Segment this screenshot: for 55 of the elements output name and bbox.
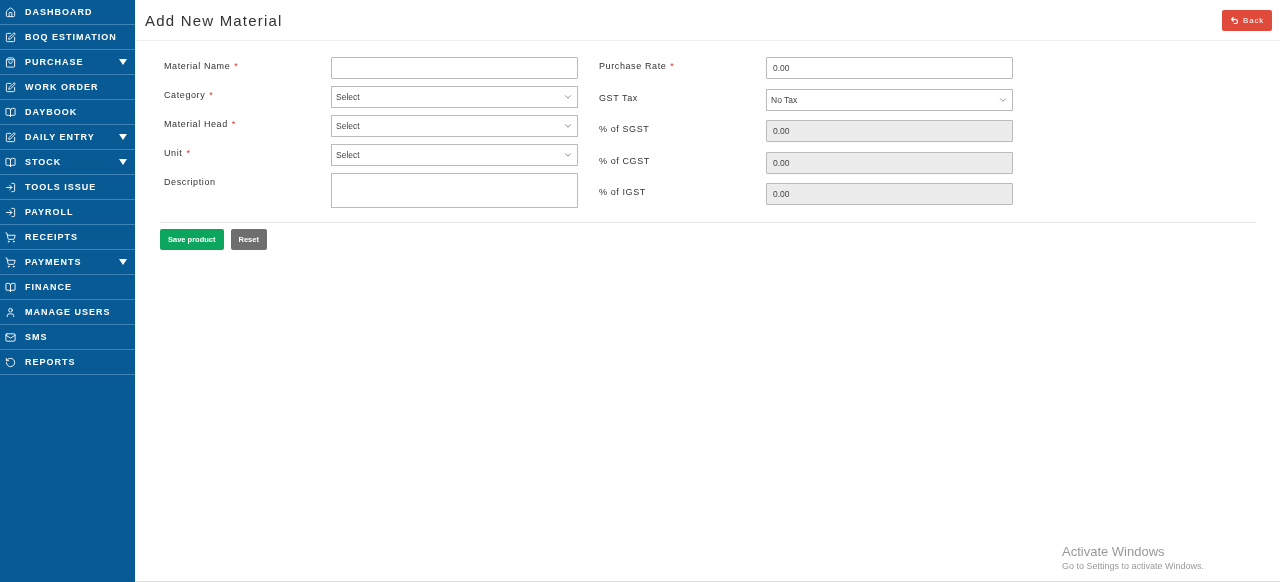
mail-icon <box>5 331 16 343</box>
back-icon <box>1230 15 1239 25</box>
field-label: % of SGST <box>599 123 651 135</box>
chevron-icon <box>563 121 573 131</box>
sidebar-item[interactable]: STOCK <box>0 150 135 175</box>
field-label: Purchase Rate * <box>599 60 676 71</box>
textarea-field[interactable] <box>331 173 578 208</box>
book-icon <box>5 106 16 118</box>
sidebar-item[interactable]: MANAGE USERS <box>0 300 135 325</box>
field-label: Description <box>164 176 217 187</box>
book-icon <box>5 281 16 293</box>
sidebar-item[interactable]: PAYMENTS <box>0 250 135 275</box>
cart-icon <box>5 256 16 268</box>
field-label: % of IGST <box>599 186 647 198</box>
input-field[interactable] <box>331 57 578 79</box>
sidebar-item[interactable]: DAYBOOK <box>0 100 135 125</box>
activation-text: Go to Settings to activate Windows. <box>1062 561 1206 571</box>
sidebar-item[interactable]: PAYROLL <box>0 200 135 225</box>
login-icon <box>5 181 16 193</box>
bag-icon <box>5 56 16 68</box>
field-label: Unit * <box>164 147 192 158</box>
login-icon <box>5 206 16 218</box>
select-field[interactable]: Select <box>331 144 578 166</box>
field-label: % of CGST <box>599 154 651 166</box>
sidebar-item[interactable]: DAILY ENTRY <box>0 125 135 150</box>
page-title: Add New Material <box>145 11 283 29</box>
user-icon <box>5 306 16 318</box>
edit-icon <box>5 31 16 43</box>
edit-icon <box>5 81 16 93</box>
field-label: GST Tax <box>599 91 639 103</box>
sidebar-item[interactable]: PURCHASE <box>0 50 135 75</box>
sidebar-item[interactable]: FINANCE <box>0 275 135 300</box>
sidebar-item[interactable]: TOOLS ISSUE <box>0 175 135 200</box>
refresh-icon <box>5 356 16 368</box>
select-field[interactable]: Select <box>331 86 578 108</box>
sidebar-item[interactable]: WORK ORDER <box>0 75 135 100</box>
select-field[interactable]: Select <box>331 115 578 137</box>
sidebar-item[interactable]: BOQ ESTIMATION <box>0 25 135 50</box>
chevron-icon <box>563 92 573 102</box>
cart-icon <box>5 231 16 243</box>
field-label: Material Head * <box>164 118 237 129</box>
edit-icon <box>5 131 16 143</box>
book-icon <box>5 156 16 168</box>
sidebar-item[interactable]: REPORTS <box>0 350 135 375</box>
house-icon <box>5 6 16 18</box>
activation-title: Activate Windows <box>1062 544 1166 559</box>
field-label: Material Name * <box>164 60 240 71</box>
sidebar-item[interactable]: RECEIPTS <box>0 225 135 250</box>
field-label: Category * <box>164 89 215 100</box>
input-field[interactable]: 0.00 <box>766 57 1013 79</box>
back-button[interactable]: Back <box>1222 9 1272 31</box>
select-field[interactable]: No Tax <box>766 88 1013 111</box>
sidebar-item[interactable]: SMS <box>0 325 135 350</box>
sidebar-item[interactable]: DASHBOARD <box>0 0 135 25</box>
chevron-icon <box>563 150 573 160</box>
